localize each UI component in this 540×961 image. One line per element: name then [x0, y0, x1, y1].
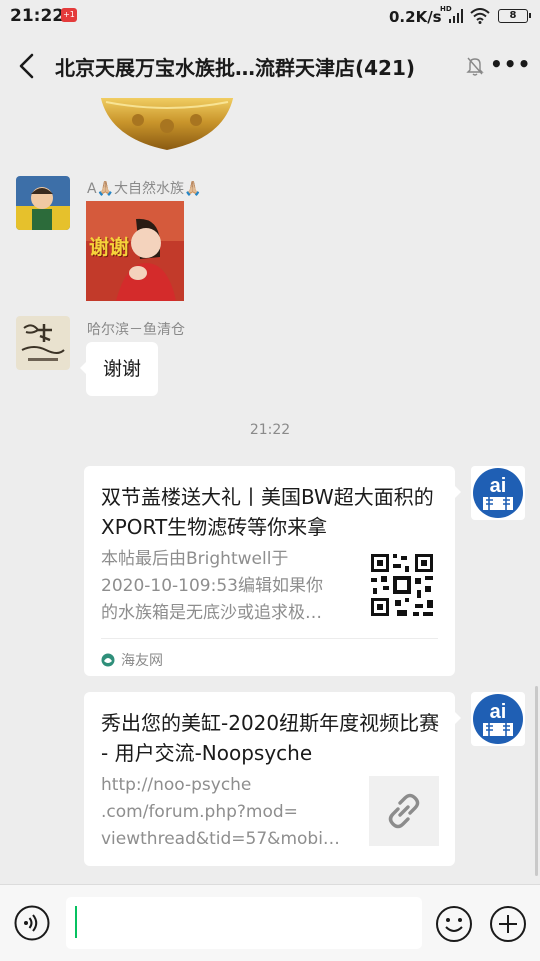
card-description: http://noo-psyche .com/forum.php?mod= vi… — [101, 775, 340, 849]
time-divider: 21:22 — [249, 422, 291, 438]
link-card[interactable]: 秀出您的美缸-2020纽斯年度视频比赛 - 用户交流-Noopsyche htt… — [84, 692, 461, 866]
text-cursor — [75, 906, 77, 938]
wifi-icon — [470, 8, 490, 24]
svg-text:ai: ai — [490, 701, 507, 723]
signal-icon — [449, 9, 463, 23]
avatar[interactable] — [16, 176, 70, 230]
app-notification-icon: +1 — [61, 8, 77, 22]
ai-logo-icon: ai — [471, 466, 525, 520]
sticker-text: 谢谢 — [89, 235, 129, 259]
avatar[interactable]: ai — [471, 692, 525, 746]
input-bar — [0, 884, 540, 961]
gold-bowl-sticker[interactable] — [98, 98, 236, 150]
mute-bell-icon — [466, 57, 484, 76]
svg-text:ai: ai — [490, 475, 507, 497]
card-divider — [101, 638, 438, 639]
thanks-sticker[interactable]: 谢谢 — [86, 201, 184, 301]
message-input[interactable] — [66, 897, 422, 949]
message-bubble[interactable]: 谢谢 — [79, 342, 159, 396]
chat-title: 北京天展万宝水族批…流群天津店(421) — [55, 56, 416, 80]
battery-icon: 8 — [498, 9, 531, 23]
qr-code-image — [367, 550, 437, 620]
plus-icon[interactable] — [489, 905, 527, 943]
link-card[interactable]: 双节盖楼送大礼丨美国BW超大面积的XPORT生物滤砖等你来拿 本帖最后由Brig… — [84, 466, 461, 676]
card-title: 双节盖楼送大礼丨美国BW超大面积的XPORT生物滤砖等你来拿 — [101, 485, 434, 539]
link-icon — [388, 793, 420, 829]
voice-input-icon[interactable] — [14, 905, 50, 941]
scrollbar[interactable] — [535, 686, 538, 876]
status-time: 21:22 — [10, 6, 65, 26]
card-source: 海友网 — [101, 650, 163, 670]
sender-name: 哈尔滨－鱼清仓 — [87, 322, 185, 338]
avatar[interactable]: ai — [471, 466, 525, 520]
link-thumbnail — [369, 776, 439, 846]
network-speed: 0.2K/s — [389, 8, 442, 26]
emoji-icon[interactable] — [435, 905, 473, 943]
card-title: 秀出您的美缸-2020纽斯年度视频比赛 - 用户交流-Noopsyche — [101, 711, 440, 765]
source-logo-icon — [101, 653, 115, 667]
calligraphy-logo-icon — [16, 316, 70, 370]
chat-message-list[interactable]: A🙏🏼大自然水族🙏🏼 谢谢 哈尔滨－鱼清仓 谢谢 21:22 双节盖楼送大礼丨美… — [0, 98, 540, 884]
card-source-name: 海友网 — [121, 653, 163, 669]
more-options-icon[interactable]: ••• — [490, 54, 530, 76]
chat-header: 北京天展万宝水族批…流群天津店(421) ••• — [0, 34, 540, 98]
child-photo-icon — [16, 176, 70, 230]
avatar[interactable] — [16, 316, 70, 370]
status-bar: 21:22 +1 0.2K/s HD 8 — [0, 0, 540, 34]
ai-logo-icon: ai — [471, 692, 525, 746]
back-arrow-icon[interactable] — [16, 52, 38, 80]
sender-name: A🙏🏼大自然水族🙏🏼 — [87, 181, 202, 197]
card-description: 本帖最后由Brightwell于 2020-10-109:53编辑如果你 的水族… — [101, 549, 323, 623]
